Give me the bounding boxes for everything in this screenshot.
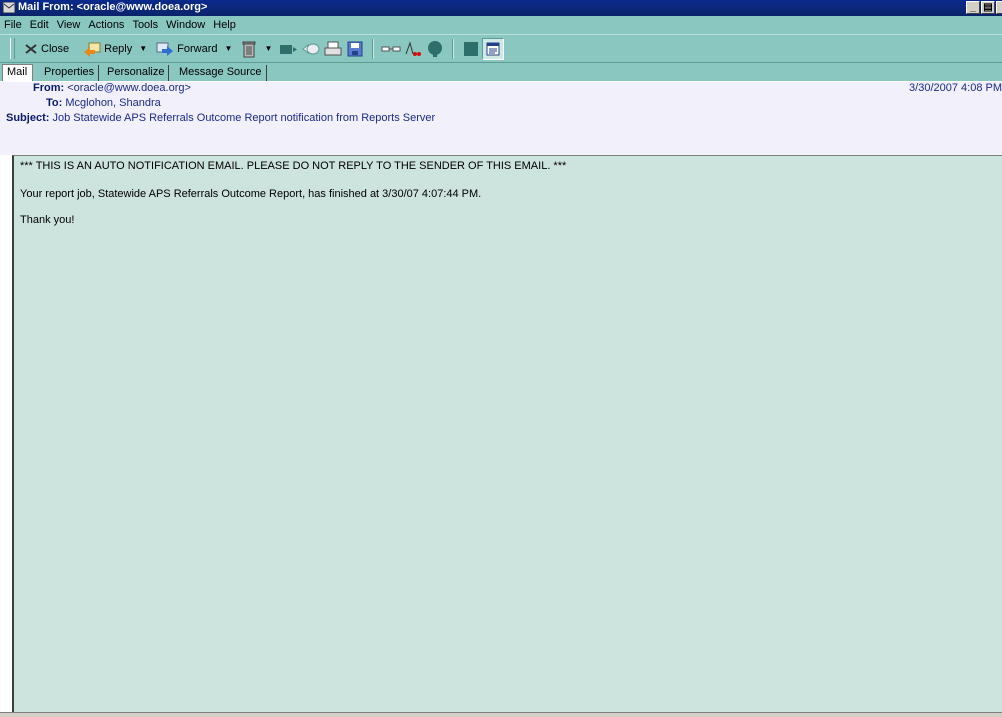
forward-button[interactable]: Forward — [153, 38, 220, 60]
menu-file[interactable]: File — [0, 19, 26, 31]
menu-help[interactable]: Help — [209, 19, 240, 31]
mail-window: Mail From: <oracle@www.doea.org> _ ▤ Fil… — [0, 0, 1002, 717]
menu-actions[interactable]: Actions — [84, 19, 128, 31]
save-button[interactable] — [344, 38, 366, 60]
close-icon — [25, 43, 37, 54]
profile-icon — [428, 40, 443, 57]
close-button[interactable]: Close — [21, 38, 72, 60]
from-label: From: — [33, 82, 65, 94]
body-line-thanks: Thank you! — [20, 214, 75, 226]
previous-icon — [302, 43, 320, 54]
print-icon — [324, 41, 342, 55]
toolbar: Close Reply ▼ Forward ▼ ▼ — [0, 34, 1002, 63]
message-body[interactable]: *** THIS IS AN AUTO NOTIFICATION EMAIL. … — [12, 155, 1002, 714]
to-label: To: — [46, 97, 63, 109]
tab-strip: Mail Properties Personalize Message Sour… — [0, 63, 1002, 81]
window-title: Mail From: <oracle@www.doea.org> — [18, 1, 208, 13]
profile-button[interactable] — [424, 38, 446, 60]
forward-dropdown-icon[interactable]: ▼ — [225, 44, 233, 53]
spellcheck-button[interactable] — [402, 38, 424, 60]
toolbar-grip[interactable] — [10, 38, 15, 59]
close-window-button[interactable] — [996, 1, 1002, 14]
print-button[interactable] — [322, 38, 344, 60]
body-line-report: Your report job, Statewide APS Referrals… — [20, 188, 482, 200]
received-date: 3/30/2007 4:08 PM — [909, 82, 1002, 94]
spellcheck-icon — [405, 40, 422, 56]
delete-icon — [242, 41, 256, 57]
forward-icon — [156, 42, 174, 56]
title-bar[interactable]: Mail From: <oracle@www.doea.org> _ ▤ — [0, 0, 1002, 16]
message-header: From: <oracle@www.doea.org> To: Mcglohon… — [0, 81, 1002, 155]
window-bottom-border — [0, 712, 1002, 717]
to-value[interactable]: Mcglohon, Shandra — [65, 97, 160, 109]
delete-button[interactable] — [238, 38, 260, 60]
reply-button[interactable]: Reply — [80, 38, 135, 60]
subject-value: Job Statewide APS Referrals Outcome Repo… — [52, 112, 436, 124]
delete-dropdown-icon[interactable]: ▼ — [264, 44, 272, 53]
menu-edit[interactable]: Edit — [26, 19, 53, 31]
reply-label: Reply — [104, 42, 133, 55]
toolbar-separator-2 — [452, 38, 455, 59]
preview-pane-button[interactable] — [482, 37, 505, 60]
from-row: From: <oracle@www.doea.org> — [33, 82, 191, 94]
glasses-icon — [381, 46, 401, 51]
menu-bar: File Edit View Actions Tools Window Help — [0, 16, 1002, 34]
reply-icon — [84, 42, 101, 57]
subject-label: Subject: — [6, 112, 50, 124]
preview-pane-icon — [486, 42, 500, 55]
view-glasses-button[interactable] — [380, 38, 402, 60]
menu-window[interactable]: Window — [162, 19, 209, 31]
previous-message-button[interactable] — [300, 38, 322, 60]
body-line-notice: *** THIS IS AN AUTO NOTIFICATION EMAIL. … — [20, 160, 567, 172]
save-icon — [347, 41, 363, 56]
menu-view[interactable]: View — [53, 19, 85, 31]
tab-message-source[interactable]: Message Source — [175, 65, 267, 81]
green-square-icon — [464, 41, 479, 56]
close-label: Close — [41, 42, 70, 55]
green-square-button[interactable] — [460, 38, 482, 60]
maximize-button[interactable]: ▤ — [981, 1, 995, 14]
tab-personalize[interactable]: Personalize — [103, 65, 170, 81]
tab-mail[interactable]: Mail — [2, 64, 33, 81]
reply-dropdown-icon[interactable]: ▼ — [139, 44, 147, 53]
toolbar-separator — [372, 38, 375, 59]
subject-row: Subject: Job Statewide APS Referrals Out… — [6, 112, 435, 124]
menu-tools[interactable]: Tools — [128, 19, 162, 31]
minimize-button[interactable]: _ — [966, 1, 980, 14]
mail-app-icon — [3, 2, 15, 13]
tab-properties[interactable]: Properties — [40, 65, 100, 81]
to-row: To: Mcglohon, Shandra — [46, 97, 161, 109]
from-value[interactable]: <oracle@www.doea.org> — [67, 82, 191, 94]
next-icon — [280, 44, 298, 54]
forward-label: Forward — [177, 42, 218, 55]
next-message-button[interactable] — [278, 38, 300, 60]
